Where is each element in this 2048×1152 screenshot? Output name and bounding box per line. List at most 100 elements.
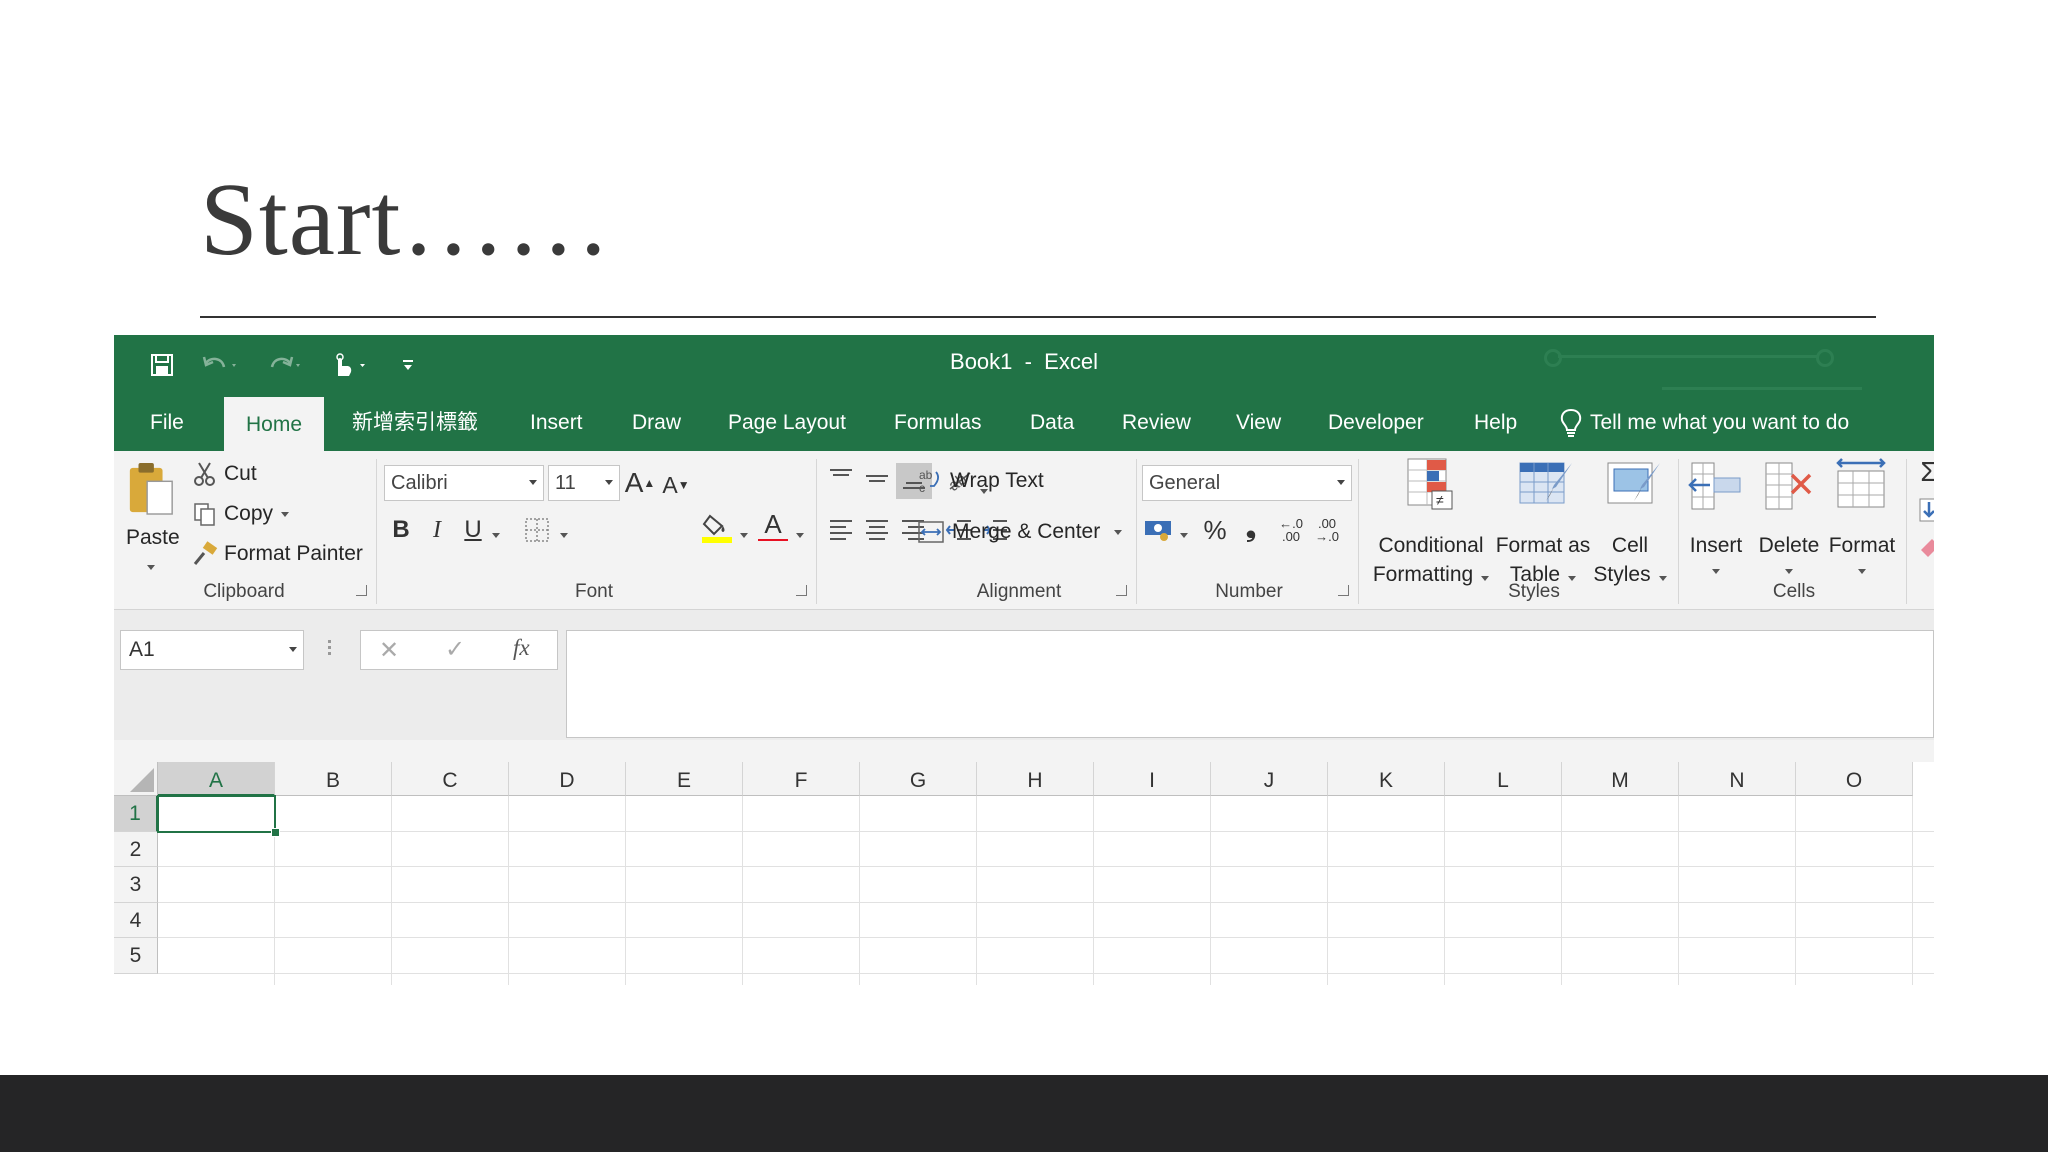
- tab-insert[interactable]: Insert: [530, 395, 583, 451]
- column-header[interactable]: M: [1562, 762, 1679, 796]
- copy-button[interactable]: Copy: [192, 499, 290, 529]
- clipboard-group-label: Clipboard: [203, 581, 285, 602]
- middle-align-button[interactable]: [862, 463, 892, 493]
- accounting-format-button[interactable]: [1144, 515, 1174, 545]
- delete-dropdown-icon[interactable]: [1785, 561, 1793, 579]
- font-launcher-icon[interactable]: [796, 585, 807, 596]
- paste-dropdown-icon[interactable]: [147, 557, 155, 575]
- tab-view[interactable]: View: [1236, 395, 1281, 451]
- insert-dropdown-icon[interactable]: [1712, 561, 1720, 579]
- tab-home[interactable]: Home: [224, 397, 325, 451]
- decrease-decimal-button[interactable]: .00 →.0: [1312, 515, 1342, 545]
- excel-window: Book1 - Excel File Home 新增索引標籤 Insert Dr…: [114, 335, 1934, 985]
- shrink-font-button[interactable]: A ▼: [661, 470, 691, 500]
- column-header[interactable]: B: [275, 762, 392, 796]
- fill-color-dropdown-icon[interactable]: [740, 525, 748, 543]
- tab-help[interactable]: Help: [1474, 395, 1517, 451]
- clear-button[interactable]: [1914, 533, 1934, 563]
- column-header[interactable]: H: [977, 762, 1094, 796]
- font-name-value: Calibri: [391, 471, 448, 494]
- increase-decimal-button[interactable]: ←.0 .00: [1276, 515, 1306, 545]
- column-header[interactable]: F: [743, 762, 860, 796]
- alignment-launcher-icon[interactable]: [1116, 585, 1127, 596]
- column-header[interactable]: C: [392, 762, 509, 796]
- font-name-combo[interactable]: Calibri: [384, 465, 544, 501]
- font-size-combo[interactable]: 11: [548, 465, 620, 501]
- select-all-corner[interactable]: [114, 762, 158, 796]
- comma-style-button[interactable]: ❟: [1236, 512, 1266, 543]
- row-header[interactable]: 5: [114, 938, 158, 974]
- align-left-button[interactable]: [826, 515, 856, 545]
- tab-developer[interactable]: Developer: [1328, 395, 1424, 451]
- paste-button[interactable]: [126, 459, 176, 519]
- wrap-text-button[interactable]: ab c Wrap Text: [918, 464, 1044, 498]
- column-header[interactable]: G: [860, 762, 977, 796]
- align-center-icon: [866, 520, 888, 540]
- conditional-formatting-button[interactable]: ≠: [1404, 457, 1456, 511]
- format-painter-button[interactable]: Format Painter: [192, 539, 363, 569]
- name-box[interactable]: A1: [120, 630, 304, 670]
- underline-button[interactable]: U: [458, 515, 488, 545]
- gridline: [1093, 796, 1094, 985]
- italic-button[interactable]: I: [422, 515, 452, 545]
- cancel-icon[interactable]: ✕: [379, 636, 399, 665]
- font-group-label: Font: [574, 581, 614, 602]
- delete-cells-button[interactable]: [1762, 461, 1818, 511]
- fill-button[interactable]: [1914, 495, 1934, 525]
- tab-review[interactable]: Review: [1122, 395, 1191, 451]
- cell-styles-button[interactable]: [1606, 457, 1662, 511]
- format-dropdown-icon[interactable]: [1858, 561, 1866, 579]
- underline-dropdown-icon[interactable]: [492, 525, 500, 543]
- column-header[interactable]: O: [1796, 762, 1913, 796]
- tab-page-layout[interactable]: Page Layout: [728, 395, 846, 451]
- borders-dropdown-icon[interactable]: [560, 525, 568, 543]
- format-as-table-button[interactable]: [1518, 457, 1574, 511]
- grow-font-button[interactable]: A ▲: [625, 467, 656, 498]
- percent-style-button[interactable]: %: [1200, 515, 1230, 545]
- row-header[interactable]: 2: [114, 831, 158, 867]
- column-header[interactable]: D: [509, 762, 626, 796]
- tab-draw[interactable]: Draw: [632, 395, 681, 451]
- number-launcher-icon[interactable]: [1338, 585, 1349, 596]
- copy-dropdown-icon[interactable]: [281, 511, 290, 517]
- cut-button[interactable]: Cut: [192, 459, 257, 489]
- top-align-button[interactable]: [826, 463, 856, 493]
- active-cell[interactable]: [157, 795, 276, 833]
- column-header[interactable]: K: [1328, 762, 1445, 796]
- column-header[interactable]: N: [1679, 762, 1796, 796]
- row-header[interactable]: 3: [114, 867, 158, 903]
- formula-bar-grip[interactable]: [328, 637, 332, 663]
- formula-input[interactable]: [566, 630, 1934, 738]
- clipboard-launcher-icon[interactable]: [356, 585, 367, 596]
- tab-custom[interactable]: 新增索引標籤: [352, 395, 478, 451]
- number-format-combo[interactable]: General: [1142, 465, 1352, 501]
- accounting-dropdown-icon[interactable]: [1180, 525, 1188, 543]
- font-color-dropdown-icon[interactable]: [796, 525, 804, 543]
- merge-center-button[interactable]: Merge & Center: [918, 515, 1123, 549]
- insert-cells-button[interactable]: [1688, 461, 1744, 511]
- column-header[interactable]: J: [1211, 762, 1328, 796]
- autosum-button[interactable]: Σ: [1914, 456, 1934, 487]
- row-header[interactable]: 1: [114, 796, 158, 832]
- column-header[interactable]: I: [1094, 762, 1211, 796]
- decoration-line: [1662, 387, 1862, 390]
- fill-down-icon: [1919, 498, 1934, 522]
- tell-me-search[interactable]: Tell me what you want to do: [1560, 395, 1849, 451]
- tab-formulas[interactable]: Formulas: [894, 395, 982, 451]
- column-header[interactable]: L: [1445, 762, 1562, 796]
- enter-icon[interactable]: ✓: [445, 635, 465, 664]
- tab-data[interactable]: Data: [1030, 395, 1074, 451]
- align-center-button[interactable]: [862, 515, 892, 545]
- merge-dropdown-icon[interactable]: [1114, 529, 1123, 535]
- tab-file[interactable]: File: [150, 395, 184, 451]
- row-header[interactable]: 4: [114, 902, 158, 938]
- format-cells-button[interactable]: [1834, 457, 1890, 511]
- fill-color-button[interactable]: [702, 513, 732, 543]
- font-color-button[interactable]: A: [758, 511, 788, 541]
- column-header[interactable]: A: [158, 762, 275, 796]
- borders-button[interactable]: [522, 515, 552, 545]
- fill-handle[interactable]: [271, 827, 280, 837]
- bold-button[interactable]: B: [386, 515, 416, 545]
- column-header[interactable]: E: [626, 762, 743, 796]
- insert-function-icon[interactable]: fx: [513, 635, 530, 661]
